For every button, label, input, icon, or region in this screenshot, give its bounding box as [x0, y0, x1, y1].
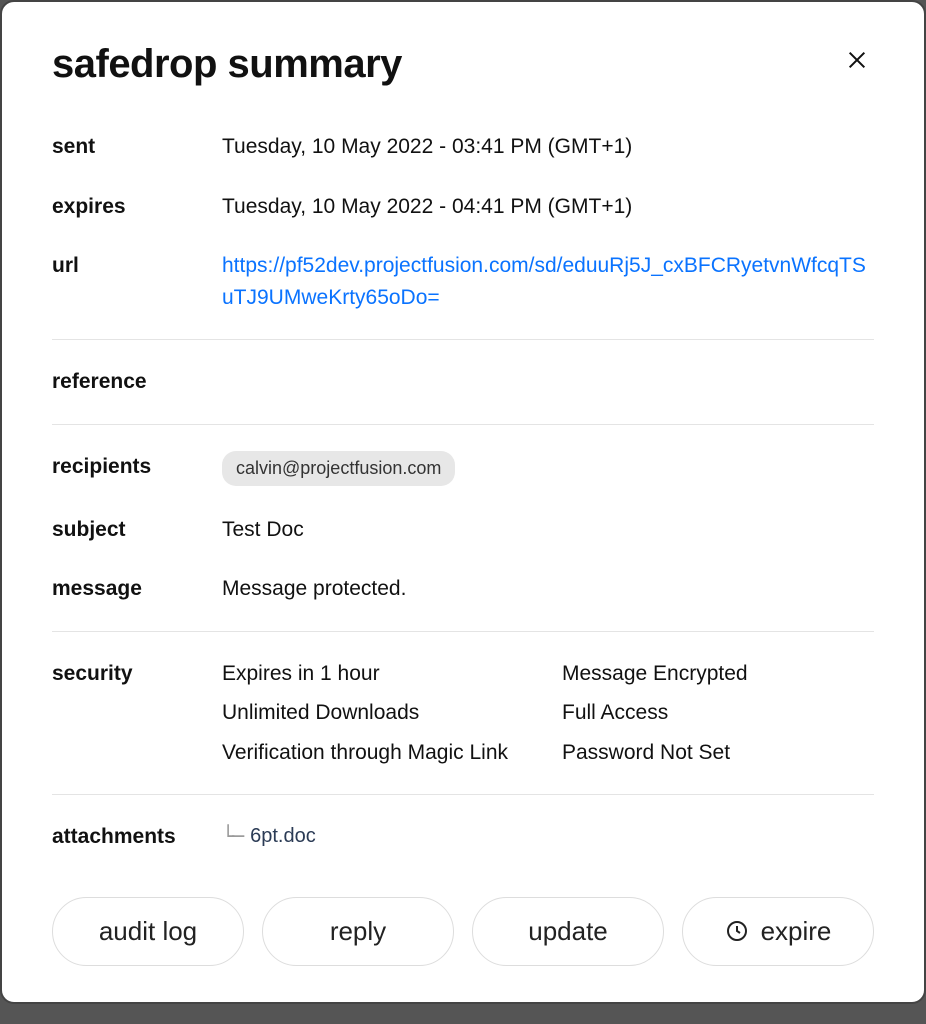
url-label: url [52, 250, 222, 282]
subject-value: Test Doc [222, 514, 874, 546]
subject-label: subject [52, 514, 222, 546]
sent-label: sent [52, 131, 222, 163]
expire-button[interactable]: expire [682, 897, 874, 966]
close-icon [846, 49, 868, 71]
security-item: Full Access [562, 697, 874, 729]
attachments-value: └─ 6pt.doc [222, 821, 874, 851]
tree-branch-icon: └─ [222, 821, 242, 851]
message-label: message [52, 573, 222, 605]
close-button[interactable] [840, 42, 874, 82]
update-button[interactable]: update [472, 897, 664, 966]
audit-log-label: audit log [99, 916, 197, 947]
update-label: update [528, 916, 608, 947]
recipients-label: recipients [52, 451, 222, 483]
security-item: Unlimited Downloads [222, 697, 542, 729]
security-label: security [52, 658, 222, 690]
clock-icon [725, 919, 749, 943]
recipients-value: calvin@projectfusion.com [222, 451, 874, 486]
attachment-name[interactable]: 6pt.doc [250, 821, 316, 851]
recipient-chip[interactable]: calvin@projectfusion.com [222, 451, 455, 486]
url-value: https://pf52dev.projectfusion.com/sd/edu… [222, 250, 874, 313]
reply-button[interactable]: reply [262, 897, 454, 966]
message-value: Message protected. [222, 573, 874, 605]
url-link[interactable]: https://pf52dev.projectfusion.com/sd/edu… [222, 254, 866, 309]
divider [52, 794, 874, 795]
security-item: Message Encrypted [562, 658, 874, 690]
expire-label: expire [761, 916, 832, 947]
action-bar: audit log reply update expire [52, 897, 874, 966]
security-item: Verification through Magic Link [222, 737, 542, 769]
divider [52, 339, 874, 340]
reply-label: reply [330, 916, 386, 947]
sent-value: Tuesday, 10 May 2022 - 03:41 PM (GMT+1) [222, 131, 874, 163]
audit-log-button[interactable]: audit log [52, 897, 244, 966]
security-item: Expires in 1 hour [222, 658, 542, 690]
security-value: Expires in 1 hour Message Encrypted Unli… [222, 658, 874, 769]
reference-label: reference [52, 366, 222, 398]
divider [52, 424, 874, 425]
safedrop-summary-modal: safedrop summary sent Tuesday, 10 May 20… [0, 0, 926, 1004]
security-item: Password Not Set [562, 737, 874, 769]
expires-value: Tuesday, 10 May 2022 - 04:41 PM (GMT+1) [222, 191, 874, 223]
modal-title: safedrop summary [52, 42, 402, 87]
expires-label: expires [52, 191, 222, 223]
attachments-label: attachments [52, 821, 222, 853]
divider [52, 631, 874, 632]
